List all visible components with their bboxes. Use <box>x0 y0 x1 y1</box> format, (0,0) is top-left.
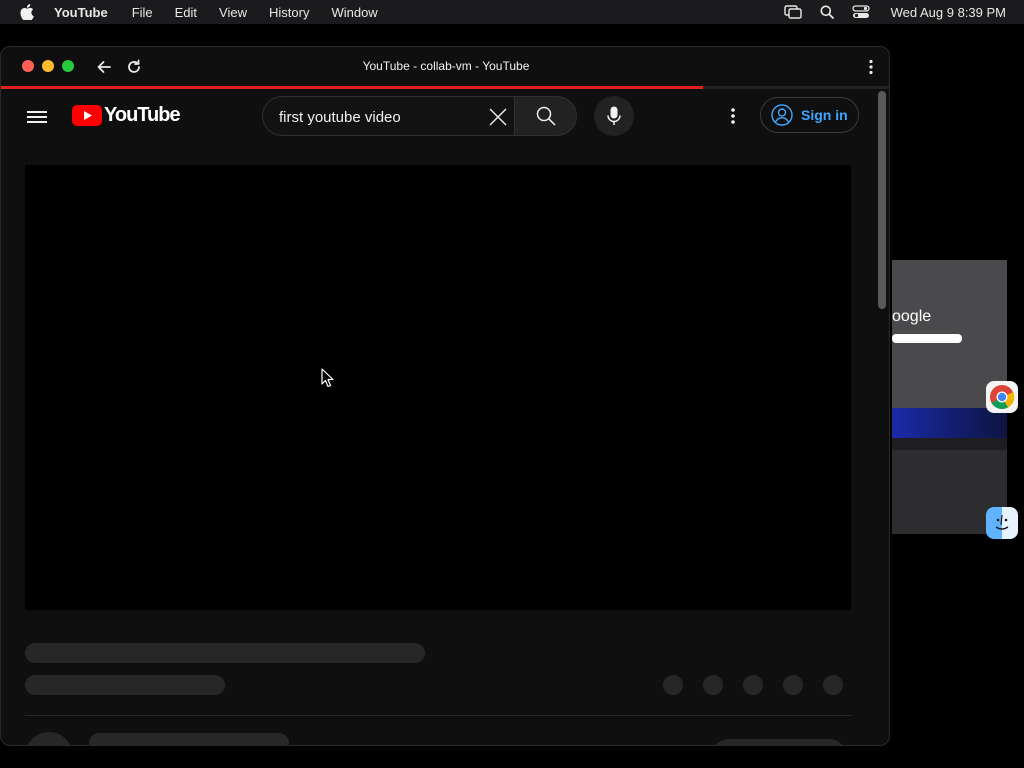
chrome-app-icon[interactable] <box>986 381 1018 413</box>
close-icon[interactable] <box>486 105 510 129</box>
subscribe-placeholder <box>711 739 847 745</box>
mouse-cursor-icon <box>321 368 334 388</box>
action-placeholder <box>703 675 723 695</box>
more-vertical-icon[interactable] <box>863 57 879 77</box>
window-title: YouTube - collab-vm - YouTube <box>362 59 530 73</box>
search-input[interactable] <box>279 106 469 128</box>
background-search-bar <box>892 334 962 343</box>
menu-history[interactable]: History <box>269 5 309 20</box>
search-icon <box>536 106 556 126</box>
channel-name-placeholder <box>89 733 289 745</box>
apple-icon[interactable] <box>20 4 36 20</box>
voice-search-button[interactable] <box>594 96 634 136</box>
sign-in-label: Sign in <box>801 107 848 123</box>
window-titlebar: YouTube - collab-vm - YouTube <box>1 47 889 87</box>
menu-file[interactable]: File <box>132 5 153 20</box>
title-placeholder <box>25 643 425 663</box>
sign-in-button[interactable]: Sign in <box>760 97 859 133</box>
menu-edit[interactable]: Edit <box>175 5 197 20</box>
search-box[interactable] <box>262 96 514 136</box>
search-icon[interactable] <box>817 4 837 20</box>
more-vertical-icon <box>731 108 735 124</box>
screen-mirroring-icon[interactable] <box>783 4 803 20</box>
menu-view[interactable]: View <box>219 5 247 20</box>
youtube-logo[interactable]: YouTube <box>72 103 181 126</box>
action-placeholder <box>823 675 843 695</box>
divider <box>25 715 851 716</box>
menu-bar: YouTube File Edit View History Window We… <box>0 0 1024 24</box>
youtube-masthead: YouTube Sign in <box>1 89 876 145</box>
finder-app-icon[interactable] <box>986 507 1018 539</box>
background-toolbar <box>892 438 1007 450</box>
menu-clock[interactable]: Wed Aug 9 8:39 PM <box>891 5 1006 20</box>
page-scrollbar[interactable] <box>878 91 886 309</box>
search-button[interactable] <box>514 96 577 136</box>
account-circle-icon <box>771 104 793 126</box>
background-banner <box>892 408 1007 438</box>
hamburger-menu-icon[interactable] <box>25 105 49 129</box>
microphone-icon <box>607 106 621 125</box>
browser-window: YouTube - collab-vm - YouTube YouTube fi… <box>0 46 890 746</box>
youtube-logo-text: YouTube <box>104 103 181 126</box>
control-center-icon[interactable] <box>851 4 871 20</box>
menu-app-name[interactable]: YouTube <box>54 5 108 20</box>
settings-more-button[interactable] <box>721 104 745 128</box>
action-placeholder <box>783 675 803 695</box>
subtitle-placeholder <box>25 675 225 695</box>
background-google-logo: oogle <box>892 308 932 325</box>
action-placeholder <box>663 675 683 695</box>
youtube-play-icon <box>72 104 102 126</box>
menu-window[interactable]: Window <box>331 5 377 20</box>
action-placeholder <box>743 675 763 695</box>
video-player[interactable] <box>25 165 851 610</box>
avatar-placeholder <box>25 732 73 745</box>
